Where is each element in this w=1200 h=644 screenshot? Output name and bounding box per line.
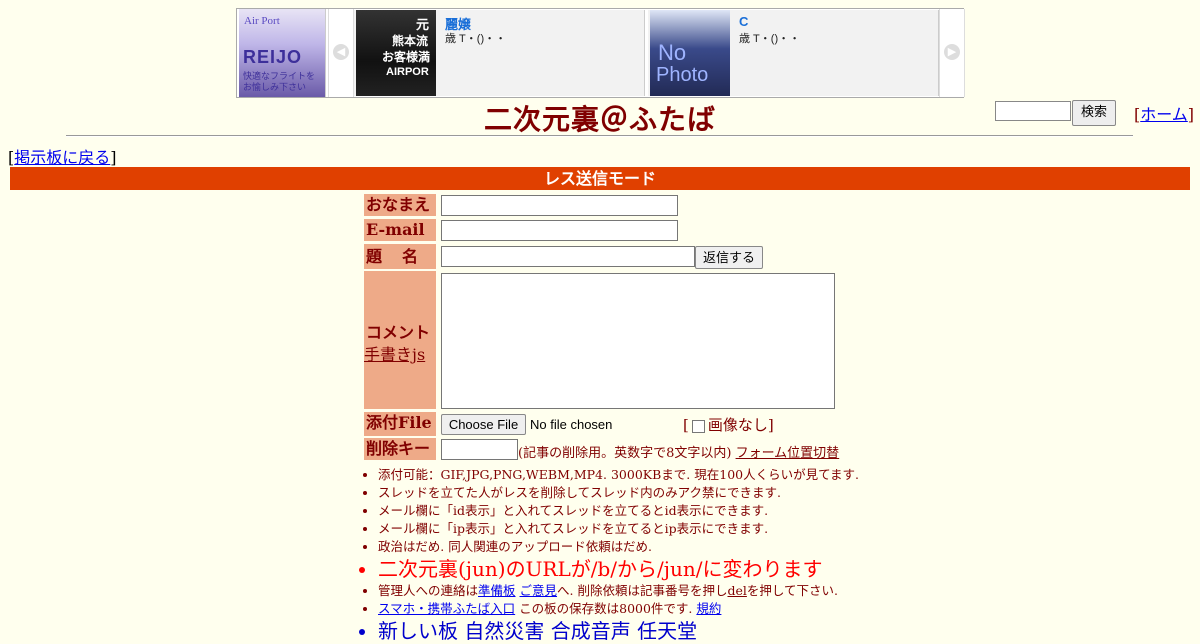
- card-meta: 歳 T・()・・: [739, 33, 801, 45]
- chevron-right-icon: ▶: [944, 44, 960, 60]
- file-status: No file chosen: [530, 417, 613, 432]
- subject-label: 題 名: [364, 244, 436, 269]
- banner-sub: 快適なフライトを お愉しみ下さい: [243, 71, 316, 92]
- delete-request-text: へ. 削除依頼は記事番号を押し: [557, 583, 728, 598]
- list-item: メール欄に「id表示」と入れてスレッドを立てるとid表示にできます.: [378, 502, 859, 520]
- card-thumb: No Photo: [650, 10, 730, 96]
- del-link[interactable]: del: [727, 583, 746, 598]
- card-meta: 歳 T・()・・: [445, 33, 507, 45]
- feedback-link[interactable]: ご意見: [520, 583, 558, 598]
- banner-logo: REIJO: [243, 47, 303, 67]
- ad-banner: Air Port REIJO 快適なフライトを お愉しみ下さい ◀ 元 熊本流 …: [236, 8, 965, 98]
- list-item: スレッドを立てた人がレスを削除してスレッド内のみアク禁にできます.: [378, 484, 859, 502]
- list-item: メール欄に「ip表示」と入れてスレッドを立てるとip表示にできます.: [378, 520, 859, 538]
- email-label: E-mail: [364, 219, 436, 241]
- banner-card[interactable]: No Photo C 歳 T・()・・: [648, 10, 939, 96]
- subject-field[interactable]: [441, 246, 695, 267]
- email-field[interactable]: [441, 220, 678, 241]
- reply-mode-bar: レス送信モード: [10, 167, 1190, 190]
- delkey-note-row: (記事の削除用。英数字で8文字以内) フォーム位置切替: [518, 442, 839, 461]
- banner-prev-button[interactable]: ◀: [328, 9, 354, 97]
- delkey-note: (記事の削除用。英数字で8文字以内): [518, 446, 732, 461]
- reply-submit-button[interactable]: 返信する: [695, 246, 763, 269]
- comment-label: コメント: [366, 323, 431, 342]
- delete-key-field[interactable]: [441, 439, 518, 460]
- name-label: おなまえ: [364, 194, 436, 216]
- back-to-board-link[interactable]: 掲示板に戻る: [14, 148, 110, 167]
- list-item: 添付可能：GIF,JPG,PNG,WEBM,MP4. 3000KBまで. 現在1…: [378, 466, 859, 484]
- choose-file-button[interactable]: Choose File: [441, 414, 526, 435]
- list-item: 政治はだめ. 同人関連のアップロード依頼はだめ.: [378, 538, 859, 556]
- handwrite-js-link[interactable]: 手書きjs: [364, 341, 425, 365]
- form-position-toggle[interactable]: フォーム位置切替: [736, 446, 840, 461]
- banner-brand: Air Port: [244, 15, 280, 27]
- file-label: 添付File: [364, 412, 436, 436]
- delete-request-end: を押して下さい.: [746, 583, 838, 598]
- banner-card[interactable]: 元 熊本流 お客様満 AIRPOR 麗嬢 歳 T・()・・: [354, 10, 645, 96]
- home-link-wrapper: [ホーム]: [1134, 105, 1195, 124]
- url-change-notice: 二次元裏(jun)のURLが/b/から/jun/に変わります: [378, 556, 859, 582]
- divider: [66, 135, 1133, 137]
- back-link-wrapper: [掲示板に戻る]: [8, 148, 117, 167]
- storage-text: この板の保存数は8000件です.: [515, 601, 693, 616]
- card-name[interactable]: C: [739, 14, 748, 29]
- no-image-option: [画像なし]: [683, 416, 774, 434]
- list-item: 管理人への連絡は準備板 ご意見へ. 削除依頼は記事番号を押しdelを押して下さい…: [378, 582, 859, 600]
- comment-textarea[interactable]: [441, 273, 835, 409]
- new-boards-item: 新しい板 自然災害 合成音声 任天堂: [378, 618, 859, 644]
- no-image-label: 画像なし: [707, 416, 768, 434]
- home-link[interactable]: ホーム: [1140, 105, 1188, 124]
- mobile-entrance-link[interactable]: スマホ・携帯ふたば入口: [378, 601, 515, 616]
- banner-thumb-left[interactable]: Air Port REIJO 快適なフライトを お愉しみ下さい: [239, 9, 326, 97]
- comment-label-cell: コメント 手書きjs: [364, 271, 436, 409]
- banner-next-button[interactable]: ▶: [939, 9, 965, 97]
- search-input[interactable]: [995, 101, 1071, 121]
- list-item: スマホ・携帯ふたば入口 この板の保存数は8000件です. 規約: [378, 600, 859, 618]
- search-button[interactable]: 検索: [1072, 100, 1116, 126]
- terms-link[interactable]: 規約: [696, 601, 721, 616]
- card-thumb: 元 熊本流 お客様満 AIRPOR: [356, 10, 436, 96]
- name-field[interactable]: [441, 195, 678, 216]
- junbi-board-link[interactable]: 準備板: [478, 583, 516, 598]
- delkey-label: 削除キー: [364, 438, 436, 460]
- contact-text: 管理人への連絡は: [378, 583, 479, 598]
- notice-list: 添付可能：GIF,JPG,PNG,WEBM,MP4. 3000KBまで. 現在1…: [360, 466, 859, 644]
- no-image-checkbox[interactable]: [691, 419, 705, 433]
- chevron-left-icon: ◀: [333, 44, 349, 60]
